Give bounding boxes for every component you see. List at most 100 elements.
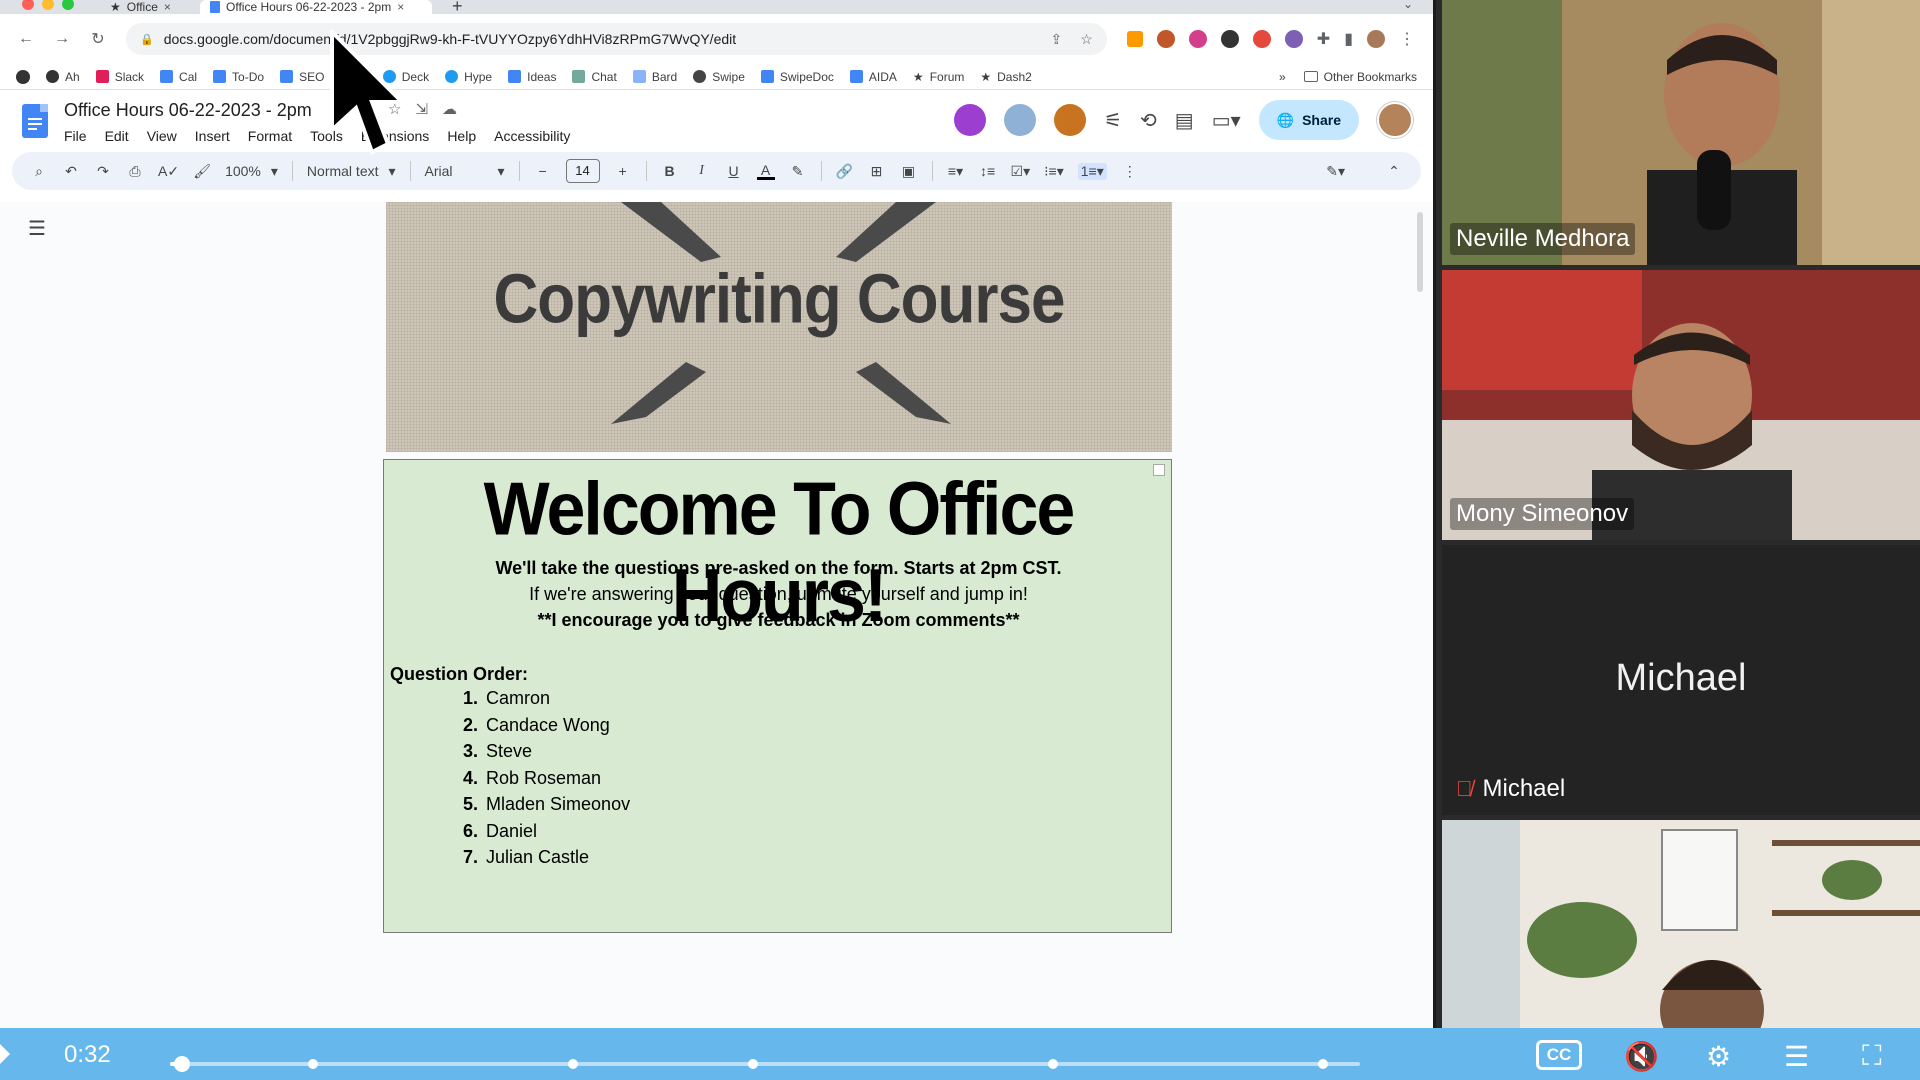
- hide-menus-chevron-icon[interactable]: ⌃: [1385, 163, 1403, 180]
- tab-search-chevron-icon[interactable]: ⌄: [1403, 0, 1413, 11]
- insert-image-icon[interactable]: ▣: [900, 163, 918, 180]
- menu-format[interactable]: Format: [248, 128, 292, 144]
- participant-video-tile[interactable]: Michael 🎙̸ Michael: [1442, 545, 1920, 815]
- progress-knob[interactable]: [173, 1056, 190, 1072]
- bulleted-list-icon[interactable]: ⁝≡▾: [1044, 163, 1064, 180]
- other-bookmarks[interactable]: Other Bookmarks: [1303, 70, 1417, 84]
- progress-bar[interactable]: [170, 1056, 1360, 1072]
- comments-icon[interactable]: ▤: [1175, 108, 1194, 133]
- bookmark-swipe[interactable]: Swipe: [693, 70, 745, 84]
- collaborator-avatar[interactable]: [1004, 104, 1037, 136]
- move-to-drive-icon[interactable]: ⇲: [415, 100, 428, 118]
- extension-icon[interactable]: [1252, 30, 1271, 48]
- bookmark-slack[interactable]: Slack: [95, 70, 144, 84]
- insert-link-icon[interactable]: 🔗: [836, 163, 854, 180]
- extension-icon[interactable]: [1220, 30, 1239, 48]
- menu-insert[interactable]: Insert: [195, 128, 230, 144]
- font-select[interactable]: Arial ▾: [425, 163, 505, 180]
- participant-video-tile[interactable]: [1442, 820, 1920, 1028]
- menu-view[interactable]: View: [147, 128, 177, 144]
- bookmark-forum[interactable]: ★ Forum: [913, 70, 964, 84]
- align-icon[interactable]: ≡▾: [947, 163, 965, 180]
- url-field[interactable]: 🔒 docs.google.com/document/d/1V2pbggjRw9…: [126, 23, 1107, 55]
- print-icon[interactable]: ⎙: [126, 163, 144, 180]
- add-comment-icon[interactable]: ⊞: [868, 163, 886, 180]
- close-tab-icon[interactable]: ×: [164, 0, 171, 14]
- browser-menu-icon[interactable]: ⋮: [1399, 29, 1415, 49]
- share-page-icon[interactable]: ⇪: [1050, 31, 1062, 48]
- document-outline-icon[interactable]: ☰: [28, 216, 46, 241]
- forward-arrow-icon[interactable]: →: [54, 30, 70, 48]
- amazon-extension-icon[interactable]: [1126, 31, 1143, 47]
- bookmark-seo[interactable]: SEO: [280, 70, 324, 84]
- bookmark-cal[interactable]: Cal: [160, 70, 197, 84]
- profile-avatar-icon[interactable]: [1367, 30, 1385, 48]
- close-tab-icon[interactable]: ×: [397, 0, 404, 14]
- tab-office[interactable]: ★ Office ×: [100, 0, 190, 14]
- bookmark-dash2[interactable]: ★ Dash2: [980, 70, 1031, 84]
- bookmark-aida[interactable]: AIDA: [849, 70, 897, 84]
- back-arrow-icon[interactable]: ←: [18, 30, 34, 48]
- bookmark-swipedoc[interactable]: SwipeDoc: [760, 70, 834, 84]
- scrollbar[interactable]: [1417, 212, 1423, 292]
- tab-office-hours-doc[interactable]: Office Hours 06-22-2023 - 2pm ×: [200, 0, 432, 14]
- minimize-window-icon[interactable]: [42, 0, 54, 10]
- new-tab-button[interactable]: +: [452, 0, 463, 17]
- bookmark-chat[interactable]: Chat: [572, 70, 617, 84]
- meet-camera-icon[interactable]: ▭▾: [1212, 108, 1241, 133]
- menu-edit[interactable]: Edit: [105, 128, 129, 144]
- reload-icon[interactable]: ↻: [90, 29, 106, 49]
- bookmark-todo[interactable]: To-Do: [213, 70, 264, 84]
- filter-icon[interactable]: ⚟: [1104, 108, 1122, 133]
- close-window-icon[interactable]: [22, 0, 34, 10]
- redo-icon[interactable]: ↷: [94, 163, 112, 180]
- editing-mode-icon[interactable]: ✎▾: [1326, 163, 1345, 180]
- collaborator-avatar[interactable]: [954, 104, 987, 136]
- numbered-list-icon[interactable]: 1≡▾: [1077, 162, 1107, 180]
- collaborator-avatar[interactable]: [1054, 104, 1087, 136]
- font-size-input[interactable]: 14: [565, 159, 600, 183]
- participant-video-tile[interactable]: Neville Medhora: [1442, 0, 1920, 265]
- increase-font-size-icon[interactable]: +: [614, 163, 632, 179]
- mute-icon[interactable]: 🔇: [1624, 1040, 1659, 1073]
- extension-icon[interactable]: [1156, 30, 1175, 48]
- bookmark-star-icon[interactable]: ☆: [1080, 31, 1093, 48]
- bold-icon[interactable]: B: [661, 163, 679, 179]
- menu-accessibility[interactable]: Accessibility: [494, 128, 570, 144]
- underline-icon[interactable]: U: [725, 163, 743, 179]
- bookmarks-overflow-icon[interactable]: »: [1279, 70, 1286, 84]
- line-spacing-icon[interactable]: ↕≡: [979, 163, 997, 179]
- bookmark-ideas[interactable]: Ideas: [508, 70, 556, 84]
- document-title[interactable]: Office Hours 06-22-2023 - 2pm: [64, 100, 312, 121]
- search-icon[interactable]: ⌕: [30, 163, 48, 180]
- account-avatar[interactable]: [1377, 102, 1413, 138]
- share-button[interactable]: 🌐 Share: [1258, 100, 1359, 140]
- closed-captions-button[interactable]: CC: [1536, 1040, 1582, 1070]
- checklist-icon[interactable]: ☑▾: [1011, 163, 1031, 180]
- highlight-color-icon[interactable]: ✎: [789, 163, 807, 180]
- chapter-marker[interactable]: [308, 1059, 318, 1069]
- extension-icon[interactable]: [1284, 30, 1303, 48]
- maximize-window-icon[interactable]: [62, 0, 74, 10]
- spellcheck-icon[interactable]: A✓: [158, 163, 179, 180]
- chapters-list-icon[interactable]: ☰: [1784, 1040, 1809, 1073]
- more-options-icon[interactable]: ⋮: [1121, 163, 1139, 180]
- participant-video-tile[interactable]: Mony Simeonov: [1442, 270, 1920, 540]
- sidebar-icon[interactable]: ▮: [1344, 29, 1353, 49]
- bookmark-hype[interactable]: Hype: [445, 70, 492, 84]
- decrease-font-size-icon[interactable]: −: [534, 163, 552, 179]
- undo-icon[interactable]: ↶: [62, 163, 80, 180]
- settings-gear-icon[interactable]: ⚙: [1706, 1040, 1731, 1073]
- menu-help[interactable]: Help: [447, 128, 476, 144]
- text-color-icon[interactable]: A: [756, 163, 775, 180]
- puzzle-extensions-icon[interactable]: ✚: [1317, 29, 1330, 49]
- chapter-marker[interactable]: [748, 1059, 758, 1069]
- paint-format-icon[interactable]: 🖌: [193, 163, 211, 180]
- zoom-select[interactable]: 100% ▾: [225, 163, 278, 180]
- bookmark-ah[interactable]: Ah: [46, 70, 80, 84]
- chapter-marker[interactable]: [1048, 1059, 1058, 1069]
- docs-logo-icon[interactable]: [22, 104, 48, 138]
- cloud-saved-icon[interactable]: ☁: [442, 100, 457, 118]
- fullscreen-icon[interactable]: ⛶: [1862, 1040, 1882, 1073]
- bookmark-bard[interactable]: Bard: [632, 70, 677, 84]
